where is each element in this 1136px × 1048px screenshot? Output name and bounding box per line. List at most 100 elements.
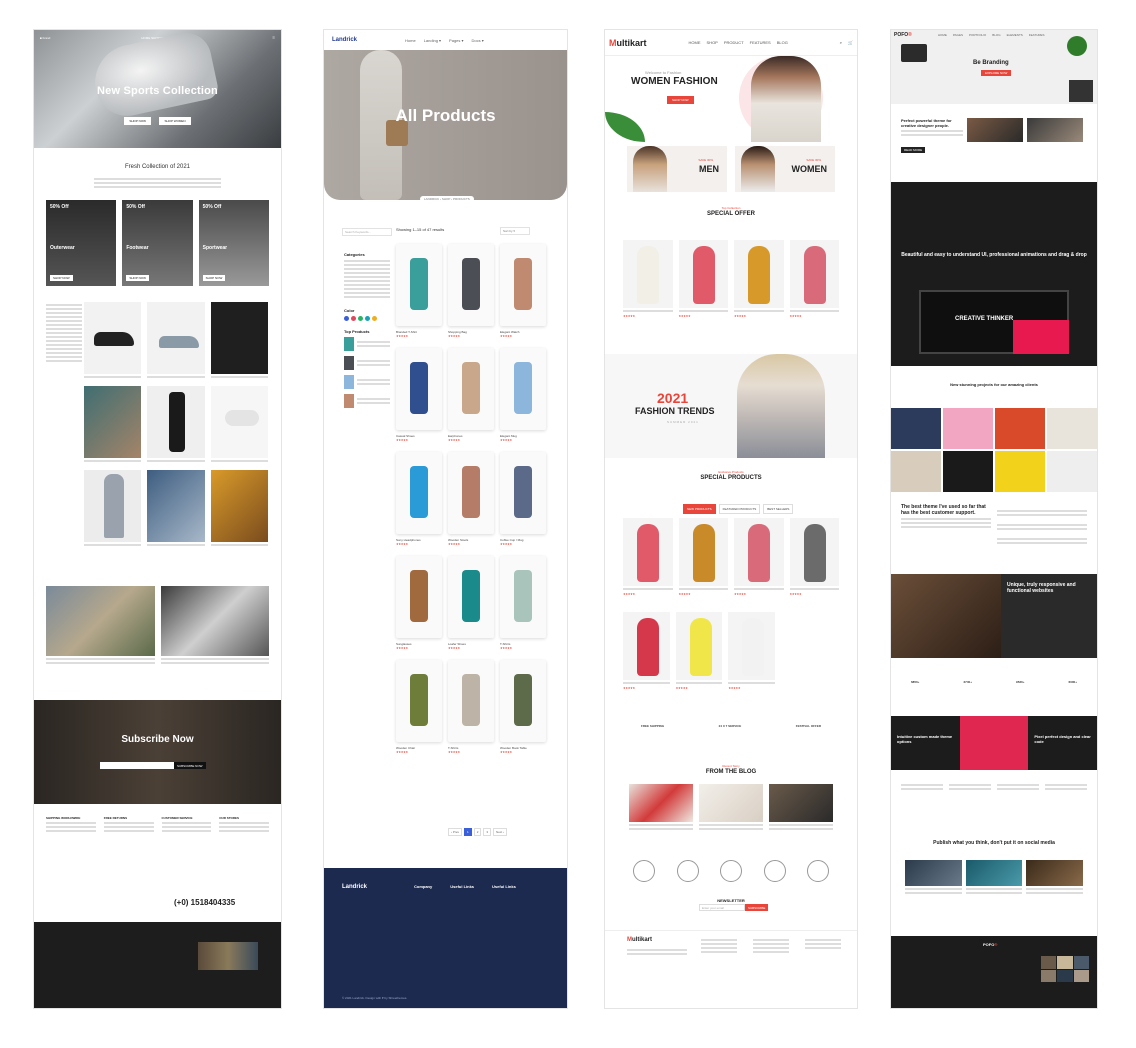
footer-logo[interactable]: Multikart xyxy=(627,937,652,943)
logo[interactable]: Landrick xyxy=(332,37,357,43)
project-tile[interactable] xyxy=(943,451,993,492)
product-image[interactable] xyxy=(675,612,723,680)
product-card[interactable]: Shopping Bag ★★★★★ xyxy=(448,244,494,338)
product-image[interactable] xyxy=(448,348,494,430)
product-card[interactable]: ★★★★★ xyxy=(623,612,670,690)
search-icon[interactable]: ⌕ xyxy=(840,40,842,45)
intro-image[interactable] xyxy=(967,118,1023,142)
product-image[interactable] xyxy=(448,452,494,534)
product-card[interactable]: ★★★★★ xyxy=(623,518,673,596)
blog-card[interactable] xyxy=(769,784,833,832)
product-card[interactable]: T-Shirts ★★★★★ xyxy=(500,556,546,650)
color-swatches[interactable] xyxy=(344,316,390,321)
product-card[interactable]: Casual Shoes ★★★★★ xyxy=(396,348,442,442)
logo[interactable]: POFO® xyxy=(894,32,912,38)
product-card[interactable]: ★★★★★ xyxy=(734,240,784,318)
blog-card[interactable] xyxy=(46,586,155,666)
newsletter-email-input[interactable]: Enter your email xyxy=(699,904,745,911)
product-image[interactable] xyxy=(396,660,442,742)
page-button[interactable]: 3 xyxy=(483,828,492,836)
project-tile[interactable] xyxy=(995,408,1045,449)
blog-card[interactable] xyxy=(1026,860,1084,896)
project-tile[interactable] xyxy=(1047,408,1097,449)
product-image[interactable] xyxy=(396,556,442,638)
product-image[interactable] xyxy=(734,240,784,308)
product-card[interactable]: Sunglasses ★★★★★ xyxy=(396,556,442,650)
product-image[interactable] xyxy=(789,240,839,308)
tab-featured-products[interactable]: FEATURED PRODUCTS xyxy=(718,504,761,514)
blog-card[interactable] xyxy=(629,784,693,832)
category-men[interactable]: SAVE 30% MEN xyxy=(627,146,727,192)
product-card[interactable] xyxy=(84,302,142,380)
top-product[interactable] xyxy=(344,375,390,389)
intro-button[interactable]: READ MORE xyxy=(901,147,926,153)
blog-card[interactable] xyxy=(905,860,962,896)
product-card[interactable]: Elegant Mug ★★★★★ xyxy=(500,348,546,442)
product-card[interactable]: ★★★★★ xyxy=(789,240,839,318)
product-card[interactable]: Wooden Stools ★★★★★ xyxy=(448,452,494,546)
product-card[interactable] xyxy=(147,302,205,380)
footer-logo[interactable]: POFO® xyxy=(983,942,997,947)
product-card[interactable] xyxy=(147,386,205,464)
search-input[interactable]: Search Keywords... xyxy=(342,228,392,236)
project-tile[interactable] xyxy=(995,451,1045,492)
newsletter-subscribe-button[interactable]: SUBSCRIBE xyxy=(745,904,769,911)
product-card[interactable]: T-Shirts ★★★★★ xyxy=(448,660,494,754)
top-product[interactable] xyxy=(344,394,390,408)
top-product[interactable] xyxy=(344,356,390,370)
product-card[interactable]: ★★★★★ xyxy=(678,240,728,318)
product-image[interactable] xyxy=(623,240,673,308)
promo-shop-button[interactable]: SHOP NOW xyxy=(50,275,73,281)
promo-card[interactable]: 50% Off Sportwear SHOP NOW xyxy=(198,200,269,286)
phone-number[interactable]: (+0) 1518404335 xyxy=(174,898,235,907)
shop-women-button[interactable]: SHOP WOMEN xyxy=(159,117,191,125)
project-tile[interactable] xyxy=(1047,451,1097,492)
blog-card[interactable] xyxy=(160,586,269,666)
promo-card[interactable]: 50% Off Footwear SHOP NOW xyxy=(122,200,193,286)
promo-shop-button[interactable]: SHOP NOW xyxy=(202,275,226,281)
product-card[interactable] xyxy=(210,302,268,380)
product-image[interactable] xyxy=(396,348,442,430)
product-card[interactable] xyxy=(84,386,142,464)
product-card[interactable]: ★★★★★ xyxy=(675,612,723,690)
product-card[interactable]: Branded T-Shirt ★★★★★ xyxy=(396,244,442,338)
product-card[interactable]: Elegant Watch ★★★★★ xyxy=(500,244,546,338)
explore-button[interactable]: EXPLORE NOW xyxy=(981,70,1012,76)
cart-icon[interactable]: 🛒 xyxy=(848,40,853,45)
product-card[interactable]: ★★★★★ xyxy=(789,518,839,596)
prev-page-button[interactable]: ‹ Prev xyxy=(448,828,463,836)
footer-logo[interactable]: Landrick xyxy=(342,884,367,890)
product-image[interactable] xyxy=(448,556,494,638)
product-image[interactable] xyxy=(448,244,494,326)
next-page-button[interactable]: Next › xyxy=(493,828,508,836)
project-tile[interactable] xyxy=(891,451,941,492)
product-card[interactable]: Coffee Cup / Mug ★★★★★ xyxy=(500,452,546,546)
subscribe-email-input[interactable] xyxy=(100,762,174,769)
product-card[interactable]: ★★★★★ xyxy=(734,518,784,596)
product-card[interactable]: Wooden Chair ★★★★★ xyxy=(396,660,442,754)
product-card[interactable]: Sony Headphones ★★★★★ xyxy=(396,452,442,546)
product-card[interactable]: ★★★★★ xyxy=(678,518,728,596)
product-card[interactable] xyxy=(147,470,205,548)
multikart-fashion-preview[interactable]: Multikart HOME SHOP PRODUCT FEATURES BLOG ⌕ 🛒… xyxy=(605,30,857,1008)
product-image[interactable] xyxy=(396,244,442,326)
tab-new-products[interactable]: NEW PRODUCTS xyxy=(683,504,716,514)
promo-card[interactable]: 50% Off Outerwear SHOP NOW xyxy=(46,200,117,286)
promo-shop-button[interactable]: SHOP NOW xyxy=(126,275,149,281)
blog-card[interactable] xyxy=(699,784,763,832)
product-image[interactable] xyxy=(623,518,673,586)
product-image[interactable] xyxy=(734,518,784,586)
product-image[interactable] xyxy=(678,518,728,586)
project-tile[interactable] xyxy=(943,408,993,449)
breadcrumb[interactable]: LANDRICK › SHOP › PRODUCTS xyxy=(420,196,474,202)
product-card[interactable] xyxy=(210,386,268,464)
page-button[interactable]: 1 xyxy=(464,828,472,836)
subscribe-button[interactable]: SUBSCRIBE NOW xyxy=(174,762,206,769)
project-tile[interactable] xyxy=(891,408,941,449)
page-button[interactable]: 2 xyxy=(473,828,482,836)
product-card[interactable] xyxy=(84,470,142,548)
top-product[interactable] xyxy=(344,337,390,351)
sort-select[interactable]: Sort by ▾ xyxy=(500,227,530,235)
product-image[interactable] xyxy=(789,518,839,586)
shop-now-button[interactable]: SHOP NOW xyxy=(667,96,694,104)
